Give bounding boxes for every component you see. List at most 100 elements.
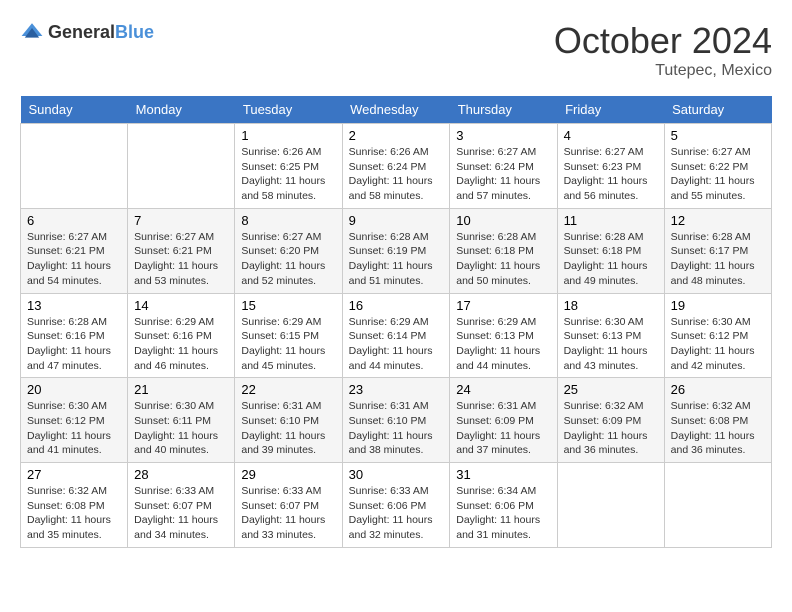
day-number: 31: [456, 467, 550, 482]
calendar-cell: 1 Sunrise: 6:26 AM Sunset: 6:25 PM Daylig…: [235, 124, 342, 209]
day-number: 22: [241, 382, 335, 397]
calendar-cell: 22 Sunrise: 6:31 AM Sunset: 6:10 PM Dayli…: [235, 378, 342, 463]
header-row: SundayMondayTuesdayWednesdayThursdayFrid…: [21, 96, 772, 124]
calendar-cell: [21, 124, 128, 209]
day-number: 3: [456, 128, 550, 143]
logo: GeneralBlue: [20, 20, 154, 44]
calendar-cell: 29Sunrise: 6:33 AM Sunset: 6:07 PM Dayli…: [235, 463, 342, 548]
day-number: 16: [349, 298, 444, 313]
calendar-table: SundayMondayTuesdayWednesdayThursdayFrid…: [20, 96, 772, 548]
day-info: Sunrise: 6:26 AM Sunset: 6:25 PM Dayligh…: [241, 145, 335, 204]
calendar-cell: 19 Sunrise: 6:30 AM Sunset: 6:12 PM Dayli…: [664, 293, 771, 378]
calendar-cell: 4 Sunrise: 6:27 AM Sunset: 6:23 PM Daylig…: [557, 124, 664, 209]
day-info: Sunrise: 6:27 AM Sunset: 6:21 PM Dayligh…: [27, 230, 121, 289]
logo-icon: [20, 20, 44, 44]
calendar-cell: 16 Sunrise: 6:29 AM Sunset: 6:14 PM Dayli…: [342, 293, 450, 378]
calendar-cell: 27Sunrise: 6:32 AM Sunset: 6:08 PM Dayli…: [21, 463, 128, 548]
calendar-header: SundayMondayTuesdayWednesdayThursdayFrid…: [21, 96, 772, 124]
day-number: 11: [564, 213, 658, 228]
day-number: 28: [134, 467, 228, 482]
calendar-cell: 18 Sunrise: 6:30 AM Sunset: 6:13 PM Dayli…: [557, 293, 664, 378]
calendar-cell: 31 Sunrise: 6:34 AM Sunset: 6:06 PM Dayli…: [450, 463, 557, 548]
day-info: Sunrise: 6:31 AM Sunset: 6:09 PM Dayligh…: [456, 399, 550, 458]
day-info: Sunrise: 6:30 AM Sunset: 6:12 PM Dayligh…: [27, 399, 121, 458]
month-title-block: October 2024 Tutepec, Mexico: [554, 20, 772, 80]
week-row-5: 27Sunrise: 6:32 AM Sunset: 6:08 PM Dayli…: [21, 463, 772, 548]
day-info: Sunrise: 6:33 AM Sunset: 6:06 PM Dayligh…: [349, 484, 444, 543]
calendar-cell: 28Sunrise: 6:33 AM Sunset: 6:07 PM Dayli…: [128, 463, 235, 548]
calendar-cell: [664, 463, 771, 548]
day-number: 9: [349, 213, 444, 228]
calendar-cell: 8Sunrise: 6:27 AM Sunset: 6:20 PM Daylig…: [235, 208, 342, 293]
calendar-cell: 5Sunrise: 6:27 AM Sunset: 6:22 PM Daylig…: [664, 124, 771, 209]
calendar-cell: 15 Sunrise: 6:29 AM Sunset: 6:15 PM Dayli…: [235, 293, 342, 378]
day-info: Sunrise: 6:27 AM Sunset: 6:21 PM Dayligh…: [134, 230, 228, 289]
day-number: 20: [27, 382, 121, 397]
calendar-cell: 7 Sunrise: 6:27 AM Sunset: 6:21 PM Daylig…: [128, 208, 235, 293]
day-header-thursday: Thursday: [450, 96, 557, 124]
week-row-4: 20 Sunrise: 6:30 AM Sunset: 6:12 PM Dayli…: [21, 378, 772, 463]
calendar-cell: 2Sunrise: 6:26 AM Sunset: 6:24 PM Daylig…: [342, 124, 450, 209]
day-info: Sunrise: 6:31 AM Sunset: 6:10 PM Dayligh…: [349, 399, 444, 458]
calendar-cell: 26 Sunrise: 6:32 AM Sunset: 6:08 PM Dayli…: [664, 378, 771, 463]
day-header-sunday: Sunday: [21, 96, 128, 124]
day-number: 7: [134, 213, 228, 228]
calendar-cell: [557, 463, 664, 548]
day-info: Sunrise: 6:29 AM Sunset: 6:16 PM Dayligh…: [134, 315, 228, 374]
week-row-3: 13 Sunrise: 6:28 AM Sunset: 6:16 PM Dayli…: [21, 293, 772, 378]
day-number: 13: [27, 298, 121, 313]
day-number: 24: [456, 382, 550, 397]
day-info: Sunrise: 6:32 AM Sunset: 6:09 PM Dayligh…: [564, 399, 658, 458]
day-number: 30: [349, 467, 444, 482]
day-number: 18: [564, 298, 658, 313]
calendar-cell: 11 Sunrise: 6:28 AM Sunset: 6:18 PM Dayli…: [557, 208, 664, 293]
day-info: Sunrise: 6:28 AM Sunset: 6:19 PM Dayligh…: [349, 230, 444, 289]
calendar-cell: 20 Sunrise: 6:30 AM Sunset: 6:12 PM Dayli…: [21, 378, 128, 463]
day-number: 5: [671, 128, 765, 143]
day-number: 23: [349, 382, 444, 397]
day-info: Sunrise: 6:30 AM Sunset: 6:13 PM Dayligh…: [564, 315, 658, 374]
calendar-cell: 23 Sunrise: 6:31 AM Sunset: 6:10 PM Dayli…: [342, 378, 450, 463]
day-number: 21: [134, 382, 228, 397]
calendar-cell: [128, 124, 235, 209]
calendar-cell: 24 Sunrise: 6:31 AM Sunset: 6:09 PM Dayli…: [450, 378, 557, 463]
day-info: Sunrise: 6:29 AM Sunset: 6:14 PM Dayligh…: [349, 315, 444, 374]
day-info: Sunrise: 6:29 AM Sunset: 6:13 PM Dayligh…: [456, 315, 550, 374]
day-number: 15: [241, 298, 335, 313]
day-info: Sunrise: 6:28 AM Sunset: 6:16 PM Dayligh…: [27, 315, 121, 374]
day-number: 6: [27, 213, 121, 228]
day-number: 29: [241, 467, 335, 482]
week-row-2: 6 Sunrise: 6:27 AM Sunset: 6:21 PM Daylig…: [21, 208, 772, 293]
day-info: Sunrise: 6:27 AM Sunset: 6:24 PM Dayligh…: [456, 145, 550, 204]
day-info: Sunrise: 6:30 AM Sunset: 6:12 PM Dayligh…: [671, 315, 765, 374]
day-info: Sunrise: 6:27 AM Sunset: 6:23 PM Dayligh…: [564, 145, 658, 204]
day-number: 2: [349, 128, 444, 143]
day-number: 14: [134, 298, 228, 313]
day-info: Sunrise: 6:34 AM Sunset: 6:06 PM Dayligh…: [456, 484, 550, 543]
day-number: 4: [564, 128, 658, 143]
calendar-cell: 3 Sunrise: 6:27 AM Sunset: 6:24 PM Daylig…: [450, 124, 557, 209]
day-number: 17: [456, 298, 550, 313]
day-info: Sunrise: 6:28 AM Sunset: 6:18 PM Dayligh…: [456, 230, 550, 289]
day-info: Sunrise: 6:27 AM Sunset: 6:20 PM Dayligh…: [241, 230, 335, 289]
calendar-cell: 30 Sunrise: 6:33 AM Sunset: 6:06 PM Dayli…: [342, 463, 450, 548]
calendar-cell: 14 Sunrise: 6:29 AM Sunset: 6:16 PM Dayli…: [128, 293, 235, 378]
day-info: Sunrise: 6:28 AM Sunset: 6:18 PM Dayligh…: [564, 230, 658, 289]
day-header-tuesday: Tuesday: [235, 96, 342, 124]
location-title: Tutepec, Mexico: [554, 62, 772, 80]
calendar-cell: 17 Sunrise: 6:29 AM Sunset: 6:13 PM Dayli…: [450, 293, 557, 378]
day-number: 12: [671, 213, 765, 228]
calendar-cell: 25 Sunrise: 6:32 AM Sunset: 6:09 PM Dayli…: [557, 378, 664, 463]
day-info: Sunrise: 6:31 AM Sunset: 6:10 PM Dayligh…: [241, 399, 335, 458]
day-header-monday: Monday: [128, 96, 235, 124]
day-number: 19: [671, 298, 765, 313]
day-number: 25: [564, 382, 658, 397]
day-number: 26: [671, 382, 765, 397]
day-number: 1: [241, 128, 335, 143]
calendar-cell: 21Sunrise: 6:30 AM Sunset: 6:11 PM Dayli…: [128, 378, 235, 463]
day-info: Sunrise: 6:32 AM Sunset: 6:08 PM Dayligh…: [671, 399, 765, 458]
day-info: Sunrise: 6:32 AM Sunset: 6:08 PM Dayligh…: [27, 484, 121, 543]
calendar-body: 1 Sunrise: 6:26 AM Sunset: 6:25 PM Daylig…: [21, 124, 772, 548]
day-header-saturday: Saturday: [664, 96, 771, 124]
day-info: Sunrise: 6:29 AM Sunset: 6:15 PM Dayligh…: [241, 315, 335, 374]
